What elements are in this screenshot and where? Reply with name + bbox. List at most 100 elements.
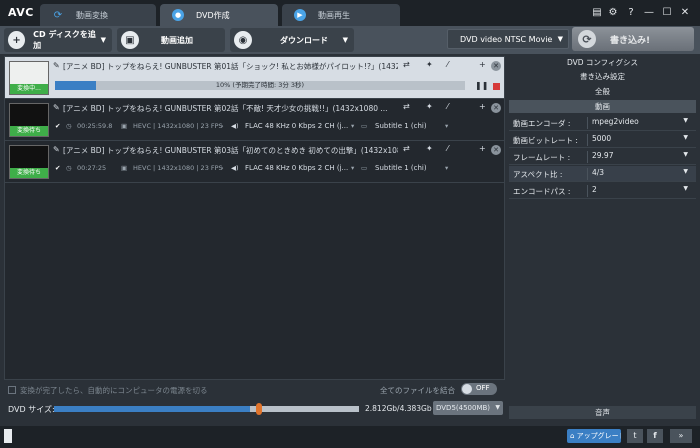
- pause-icon[interactable]: ❚❚: [475, 81, 488, 90]
- wand-icon[interactable]: ⁄: [447, 60, 448, 69]
- wand-icon[interactable]: ⁄: [447, 144, 448, 153]
- maximize-icon[interactable]: ☐: [660, 6, 674, 20]
- download-label: ダウンロード: [280, 35, 328, 45]
- setting-aspect-ratio[interactable]: アスペクト比 : 4/3 ▼: [509, 166, 696, 182]
- audio-track[interactable]: FLAC 48 KHz 0 Kbps 2 CH (j...: [245, 122, 348, 130]
- gear-icon[interactable]: ⚙: [606, 6, 620, 20]
- convert-icon[interactable]: ⇄: [403, 144, 410, 153]
- cd-plus-icon: +: [8, 31, 26, 49]
- pencil-icon[interactable]: ✎: [53, 145, 60, 154]
- chevron-down-icon[interactable]: ▾: [351, 164, 354, 172]
- setting-encode-pass[interactable]: エンコードパス : 2 ▼: [509, 183, 696, 199]
- merge-toggle[interactable]: OFF: [461, 383, 497, 395]
- setting-key: 動画ビットレート :: [513, 136, 578, 145]
- setting-value[interactable]: 4/3 ▼: [587, 168, 690, 180]
- setting-video-encoder[interactable]: 動画エンコーダ : mpeg2video ▼: [509, 115, 696, 131]
- upgrade-button[interactable]: ⌂ アップグレード: [567, 429, 621, 443]
- add-icon[interactable]: +: [479, 144, 486, 153]
- subtitle-track[interactable]: Subtitle 1 (chi): [375, 164, 427, 172]
- file-row[interactable]: 変換待ち ✎ [アニメ BD] トップをねらえ! GUNBUSTER 第03話「…: [5, 141, 504, 183]
- video-icon: ▣: [121, 122, 128, 130]
- chevron-down-icon[interactable]: ▼: [343, 36, 348, 44]
- sparkle-icon[interactable]: ✦: [426, 102, 433, 111]
- file-list: 変換中... ✎ [アニメ BD] トップをねらえ! GUNBUSTER 第01…: [4, 56, 505, 380]
- section-video[interactable]: 動画: [509, 100, 696, 113]
- video-info: HEVC | 1432x1080 | 23 FPS: [133, 122, 223, 130]
- setting-video-bitrate[interactable]: 動画ビットレート : 5000 ▼: [509, 132, 696, 148]
- chevron-down-icon: ▼: [495, 404, 500, 411]
- shutdown-checkbox[interactable]: [8, 386, 16, 394]
- clock-icon: ◷: [66, 164, 72, 172]
- section-burn-settings[interactable]: 書き込み設定: [509, 70, 696, 83]
- panel-title: DVD コンフィグシス: [509, 56, 696, 69]
- progress-text: 10% (予期完了時間: 3分 3秒): [215, 81, 305, 89]
- app-logo: AVC: [8, 6, 34, 19]
- convert-icon[interactable]: ⇄: [403, 60, 410, 69]
- video-info: HEVC | 1432x1080 | 23 FPS: [133, 164, 223, 172]
- help-icon[interactable]: ?: [624, 6, 638, 20]
- audio-track[interactable]: FLAC 48 KHz 0 Kbps 2 CH (j...: [245, 164, 348, 172]
- add-icon[interactable]: +: [479, 102, 486, 111]
- file-meta: ✔ ◷ 00:27:25 ▣ HEVC | 1432x1080 | 23 FPS…: [55, 164, 500, 176]
- burn-label: 書き込み!: [610, 35, 651, 46]
- merge-toggle-state: OFF: [476, 384, 490, 392]
- stop-icon[interactable]: [493, 83, 500, 90]
- burn-button[interactable]: ⟳ 書き込み!: [572, 27, 694, 51]
- expand-icon[interactable]: »: [670, 429, 692, 443]
- subtitle-track[interactable]: Subtitle 1 (chi): [375, 122, 427, 130]
- chevron-down-icon: ▼: [683, 151, 688, 158]
- setting-value[interactable]: 29.97 ▼: [587, 151, 690, 163]
- download-button[interactable]: ◉ ダウンロード ▼: [230, 28, 354, 52]
- pencil-icon[interactable]: ✎: [53, 103, 60, 112]
- facebook-icon[interactable]: f: [647, 429, 663, 443]
- wand-icon[interactable]: ⁄: [447, 102, 448, 111]
- file-row[interactable]: 変換待ち ✎ [アニメ BD] トップをねらえ! GUNBUSTER 第02話「…: [5, 99, 504, 141]
- twitter-icon[interactable]: t: [627, 429, 643, 443]
- chevron-down-icon[interactable]: ▾: [351, 122, 354, 130]
- setting-frame-rate[interactable]: フレームレート : 29.97 ▼: [509, 149, 696, 165]
- video-thumbnail: 変換中...: [9, 61, 49, 95]
- setting-value[interactable]: 2 ▼: [587, 185, 690, 197]
- chevron-down-icon[interactable]: ▾: [445, 122, 448, 130]
- cd-add-button[interactable]: + CD ディスクを追加 ▼: [4, 28, 112, 52]
- video-thumbnail: 変換待ち: [9, 145, 49, 179]
- size-limit-marker[interactable]: [255, 403, 262, 415]
- chevron-down-icon[interactable]: ▾: [445, 164, 448, 172]
- video-thumbnail: 変換待ち: [9, 103, 49, 137]
- minimize-icon[interactable]: —: [642, 6, 656, 20]
- setting-value[interactable]: 5000 ▼: [587, 134, 690, 146]
- tab-dvd-create[interactable]: ● DVD作成: [160, 4, 278, 26]
- pencil-icon[interactable]: ✎: [53, 61, 60, 70]
- setting-value[interactable]: mpeg2video ▼: [587, 117, 690, 129]
- remove-icon[interactable]: ✕: [491, 145, 501, 155]
- close-icon[interactable]: ✕: [678, 6, 692, 20]
- refresh-icon: ⟳: [53, 9, 63, 21]
- output-format-select[interactable]: DVD video NTSC Movie ▼: [447, 29, 569, 49]
- remove-icon[interactable]: ✕: [491, 103, 501, 113]
- setting-value-text: 5000: [592, 134, 612, 143]
- section-audio[interactable]: 音声: [509, 406, 696, 419]
- add-icon[interactable]: +: [479, 60, 486, 69]
- file-title: [アニメ BD] トップをねらえ! GUNBUSTER 第01話「ショック! 私…: [63, 62, 398, 71]
- tab-video-convert[interactable]: ⟳ 動画変換: [40, 4, 156, 26]
- sparkle-icon[interactable]: ✦: [426, 144, 433, 153]
- check-icon[interactable]: ✔: [55, 164, 60, 172]
- setting-value-text: 2: [592, 185, 597, 194]
- add-video-button[interactable]: ▣ 動画追加: [117, 28, 225, 52]
- speaker-icon: ◀): [231, 122, 239, 130]
- section-general[interactable]: 全般: [509, 85, 696, 98]
- remove-icon[interactable]: ✕: [491, 61, 501, 71]
- duration: 00:25:59.8: [77, 122, 113, 130]
- convert-icon[interactable]: ⇄: [403, 102, 410, 111]
- tab-video-play[interactable]: ▶ 動画再生: [282, 4, 400, 26]
- sparkle-icon[interactable]: ✦: [426, 60, 433, 69]
- duration: 00:27:25: [77, 164, 107, 172]
- chevron-down-icon[interactable]: ▼: [101, 36, 106, 44]
- chevron-right-icon: ›: [221, 164, 224, 172]
- check-icon[interactable]: ✔: [55, 122, 60, 130]
- globe-download-icon: ◉: [234, 31, 252, 49]
- disc-type-select[interactable]: DVD5(4500MB) ▼: [433, 401, 503, 415]
- chevron-down-icon: ▼: [683, 168, 688, 175]
- news-icon[interactable]: ▤: [590, 6, 604, 20]
- file-row[interactable]: 変換中... ✎ [アニメ BD] トップをねらえ! GUNBUSTER 第01…: [5, 57, 504, 99]
